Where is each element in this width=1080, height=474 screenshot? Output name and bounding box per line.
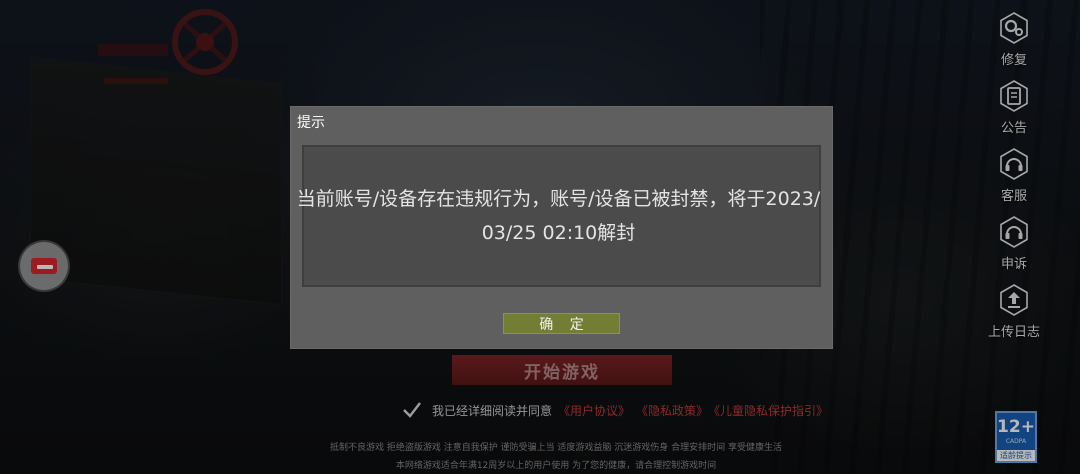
confirm-button[interactable]: 确 定 <box>503 313 620 334</box>
ban-message: 当前账号/设备存在违规行为，账号/设备已被封禁，将于2023/03/25 02:… <box>296 188 821 244</box>
dialog-title: 提示 <box>297 115 325 131</box>
dialog-body: 当前账号/设备存在违规行为，账号/设备已被封禁，将于2023/03/25 02:… <box>297 145 821 287</box>
ban-notice-dialog: 提示 当前账号/设备存在违规行为，账号/设备已被封禁，将于2023/03/25 … <box>291 107 832 348</box>
